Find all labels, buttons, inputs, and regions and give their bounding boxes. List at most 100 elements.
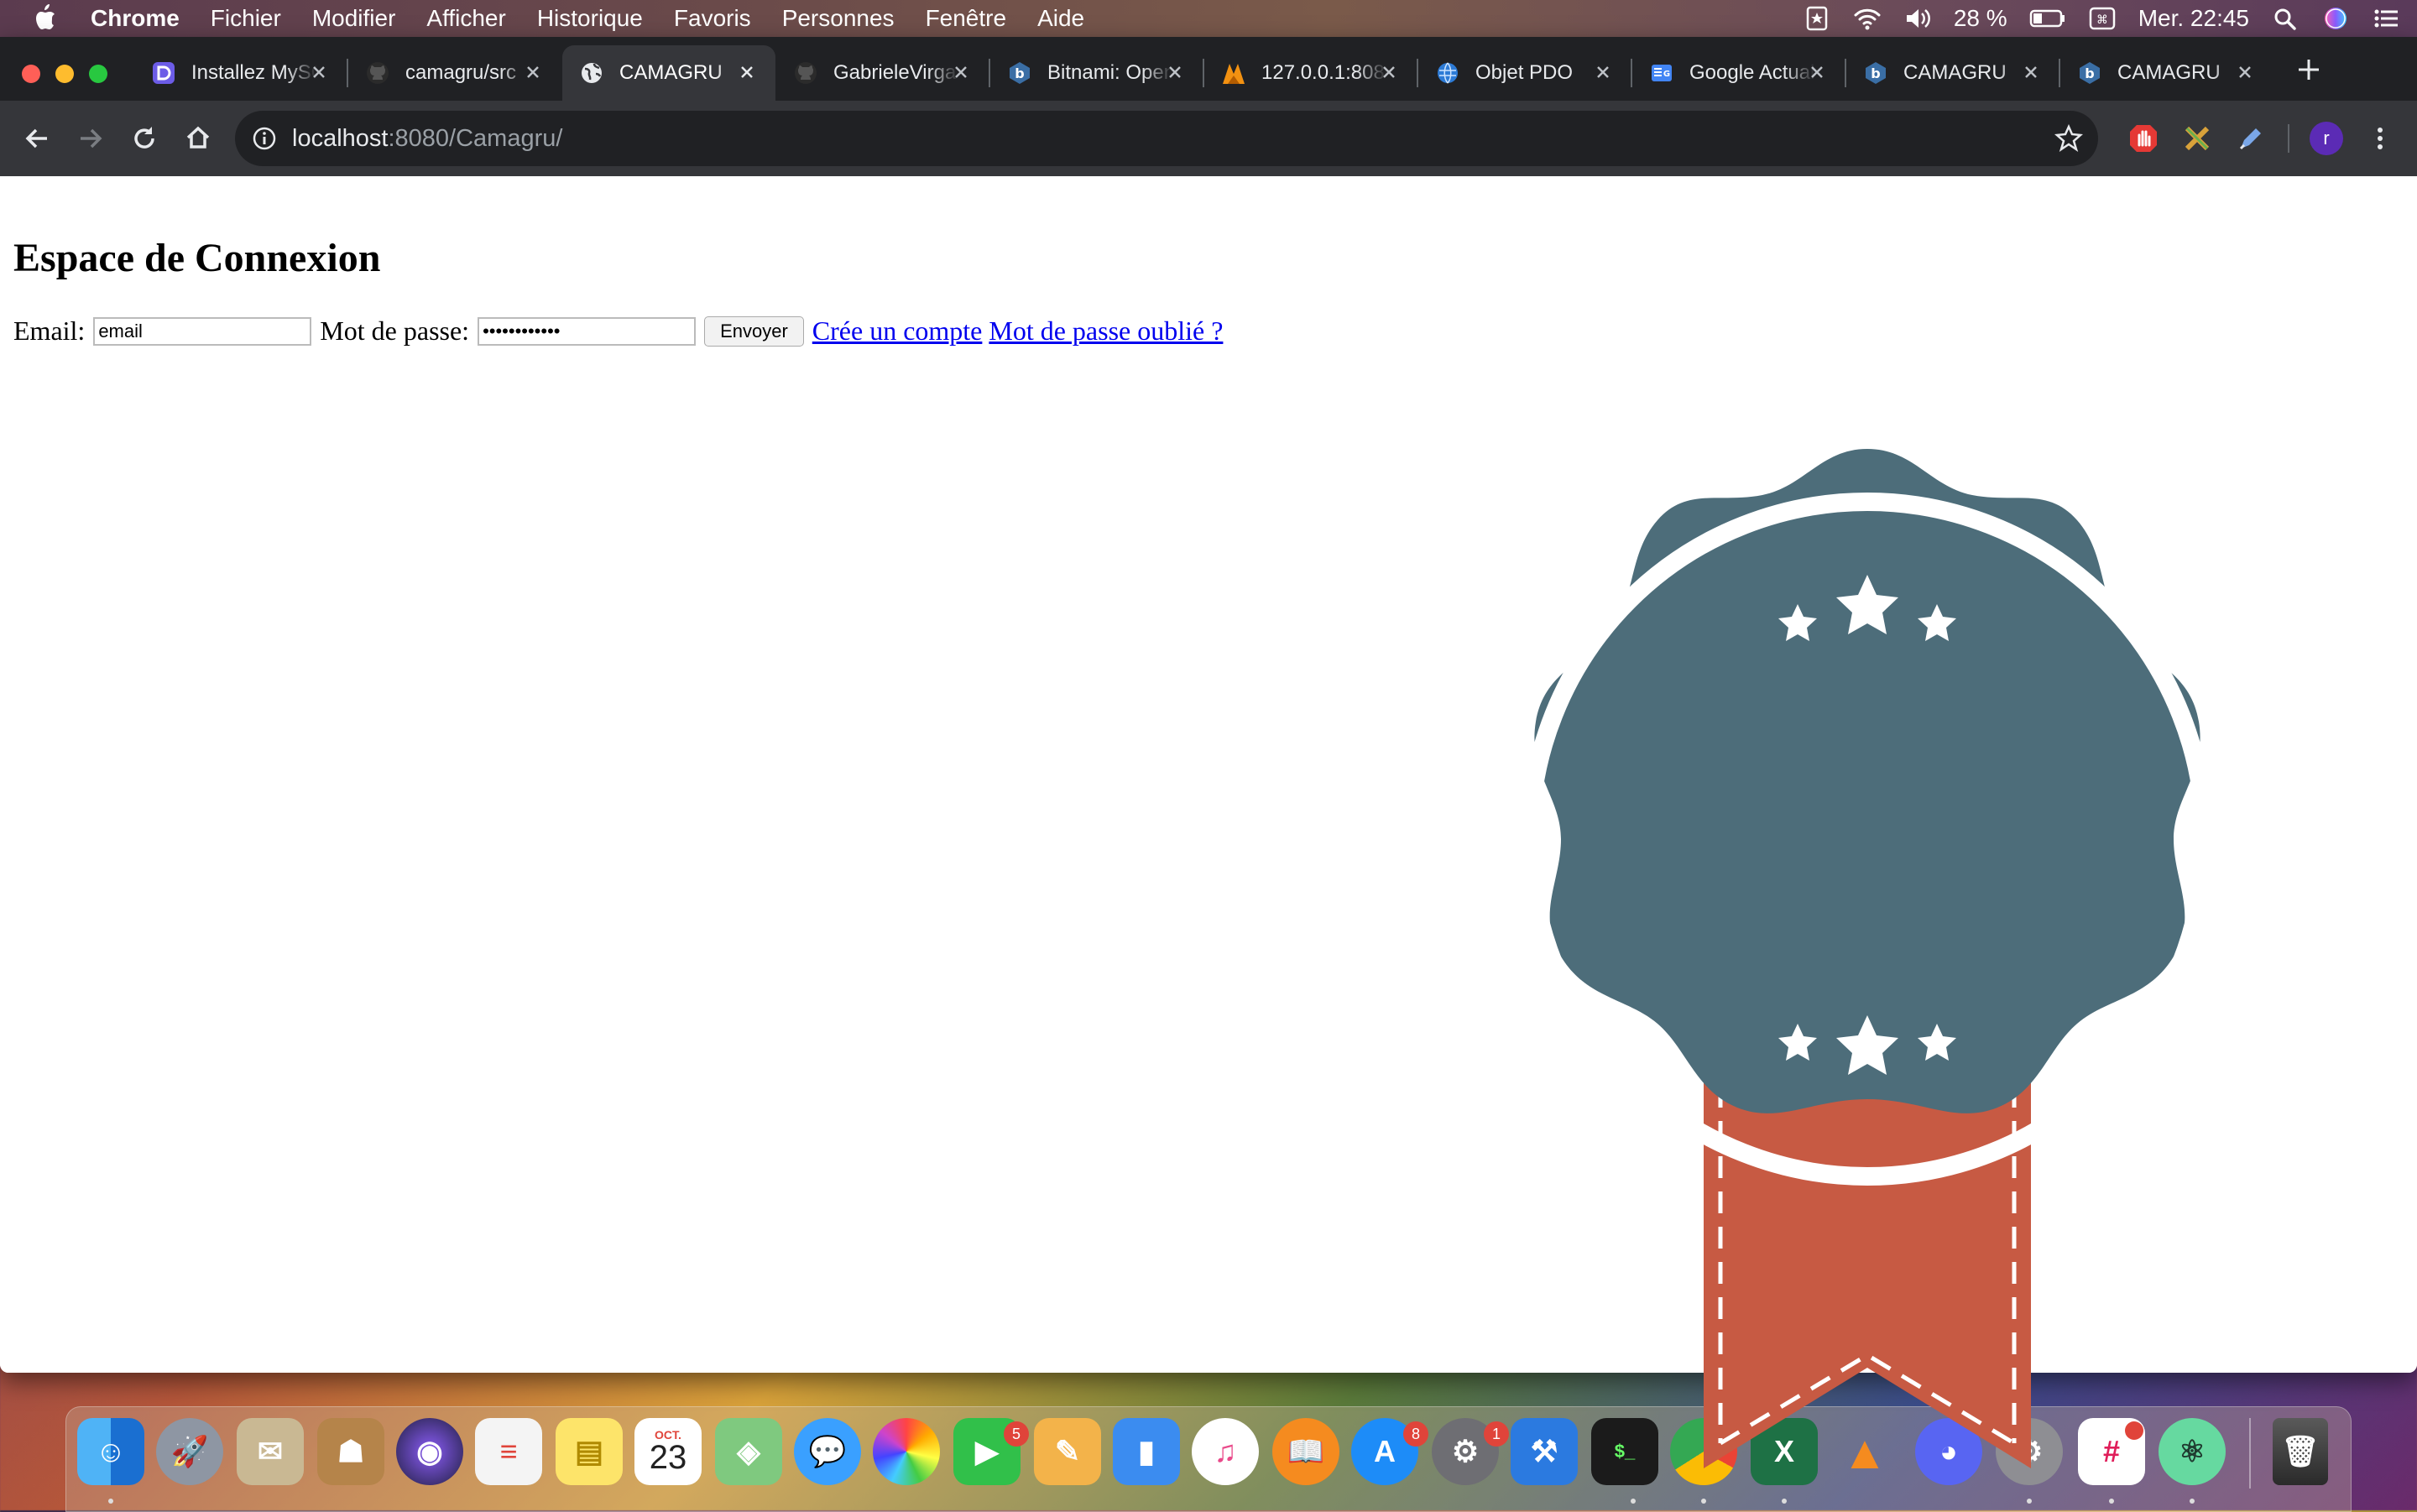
url-path: :8080/Camagru/: [388, 125, 563, 152]
back-arrow-icon[interactable]: [20, 122, 54, 155]
email-input[interactable]: [93, 316, 312, 346]
messages-icon[interactable]: 💬: [794, 1418, 861, 1485]
tab-close-icon[interactable]: [523, 62, 543, 82]
launchpad-rocket-icon[interactable]: 🚀: [156, 1418, 223, 1485]
tab-installez-mysql[interactable]: Installez MySQL: [134, 45, 348, 101]
notification-center-icon[interactable]: [2372, 6, 2400, 31]
tab-google-actualites[interactable]: G Google Actualités: [1632, 45, 1846, 101]
tab-close-icon[interactable]: [2235, 62, 2255, 82]
tab-camagru-3[interactable]: b CAMAGRU: [2060, 45, 2273, 101]
reminders-icon[interactable]: ≡: [475, 1418, 542, 1485]
spotlight-search-icon[interactable]: [2271, 6, 2300, 31]
color-picker-extension-icon[interactable]: [2234, 122, 2268, 155]
profile-avatar[interactable]: r: [2310, 122, 2343, 155]
menu-favoris[interactable]: Favoris: [674, 5, 751, 32]
menu-personnes[interactable]: Personnes: [782, 5, 895, 32]
tab-close-icon[interactable]: [1593, 62, 1613, 82]
trash-icon[interactable]: 🗑: [2273, 1418, 2328, 1485]
tab-title: Objet PDO: [1475, 61, 1574, 84]
purple-d-icon: [151, 60, 176, 86]
menu-aide[interactable]: Aide: [1037, 5, 1084, 32]
bitnami-icon: b: [2077, 60, 2102, 86]
maps-icon[interactable]: ◈: [715, 1418, 782, 1485]
keyboard-input-icon[interactable]: ⌘: [2088, 6, 2117, 31]
tab-objet-pdo[interactable]: Objet PDO: [1418, 45, 1632, 101]
menu-historique[interactable]: Historique: [537, 5, 643, 32]
address-bar[interactable]: localhost:8080/Camagru/: [235, 111, 2098, 166]
contacts-book-icon[interactable]: ☗: [317, 1418, 384, 1485]
tab-close-icon[interactable]: [1379, 62, 1399, 82]
calendar-icon[interactable]: OCT. 23: [634, 1418, 702, 1485]
tab-title: 127.0.0.1:8080: [1261, 61, 1387, 84]
extension-cross-icon[interactable]: [2180, 122, 2214, 155]
menu-afficher[interactable]: Afficher: [426, 5, 505, 32]
volume-icon[interactable]: [1903, 6, 1932, 31]
numbers-chart-icon[interactable]: ▮: [1113, 1418, 1180, 1485]
tab-close-icon[interactable]: [737, 62, 757, 82]
submit-button[interactable]: Envoyer: [704, 315, 804, 347]
tab-title: Google Actualités: [1689, 61, 1815, 84]
tab-close-icon[interactable]: [2021, 62, 2041, 82]
tab-camagru-2[interactable]: b CAMAGRU: [1846, 45, 2060, 101]
github-icon: [793, 60, 818, 86]
siri-icon[interactable]: ◉: [396, 1418, 463, 1485]
apple-menu-icon[interactable]: [32, 3, 57, 32]
page-title: Espace de Connexion: [13, 236, 381, 280]
svg-text:b: b: [1015, 65, 1024, 81]
window-zoom-button[interactable]: [89, 65, 107, 83]
bitnami-icon: b: [1863, 60, 1888, 86]
tab-close-icon[interactable]: [1807, 62, 1827, 82]
menu-fichier[interactable]: Fichier: [211, 5, 281, 32]
create-account-link[interactable]: Crée un compte: [812, 315, 983, 347]
finder-icon[interactable]: ☺: [77, 1418, 144, 1485]
tab-strip: Installez MySQL camagru/src CAMAGRU Gabr…: [0, 37, 2417, 101]
tab-camagru-src[interactable]: camagru/src: [348, 45, 561, 101]
bookmark-status-icon[interactable]: [1803, 6, 1831, 31]
tab-close-icon[interactable]: [951, 62, 971, 82]
tab-close-icon[interactable]: [309, 62, 329, 82]
notes-icon[interactable]: ▤: [556, 1418, 623, 1485]
window-close-button[interactable]: [22, 65, 40, 83]
home-icon[interactable]: [181, 122, 215, 155]
battery-percent[interactable]: 28 %: [1954, 5, 2007, 32]
window-minimize-button[interactable]: [55, 65, 74, 83]
menu-app-name[interactable]: Chrome: [91, 5, 180, 32]
menubar-clock[interactable]: Mer. 22:45: [2138, 5, 2249, 32]
tab-title: GabrieleVirga: [833, 61, 957, 84]
tab-localhost-127[interactable]: 127.0.0.1:8080: [1204, 45, 1418, 101]
siri-icon[interactable]: [2321, 6, 2350, 31]
facetime-badge: 5: [1004, 1421, 1029, 1447]
chrome-menu-icon[interactable]: [2363, 122, 2397, 155]
tab-close-icon[interactable]: [1165, 62, 1185, 82]
pages-icon[interactable]: ✎: [1034, 1418, 1101, 1485]
new-tab-plus-icon[interactable]: [2296, 57, 2321, 82]
tab-title: Installez MySQL: [191, 61, 317, 84]
tab-gabrielevirga[interactable]: GabrieleVirga: [776, 45, 990, 101]
mail-hawk-icon[interactable]: ✉: [237, 1418, 304, 1485]
email-label: Email:: [13, 315, 86, 346]
site-info-icon[interactable]: [252, 126, 277, 151]
adblock-hand-icon[interactable]: [2127, 122, 2160, 155]
menu-modifier[interactable]: Modifier: [312, 5, 396, 32]
menu-fenetre[interactable]: Fenêtre: [926, 5, 1007, 32]
wifi-icon[interactable]: [1853, 6, 1882, 31]
award-badge-image: [1521, 449, 2214, 1468]
photos-icon[interactable]: [873, 1418, 940, 1485]
svg-text:b: b: [1871, 65, 1880, 81]
tab-camagru-active[interactable]: CAMAGRU: [562, 45, 775, 101]
bookmark-star-icon[interactable]: [2054, 124, 2083, 153]
calendar-day: 23: [649, 1439, 687, 1476]
forgot-password-link[interactable]: Mot de passe oublié ?: [989, 315, 1223, 347]
tab-bitnami[interactable]: b Bitnami: Open: [990, 45, 1204, 101]
forward-arrow-icon[interactable]: [74, 122, 107, 155]
itunes-icon[interactable]: ♫: [1192, 1418, 1259, 1485]
password-input[interactable]: [478, 316, 697, 346]
url-host: localhost: [292, 125, 389, 152]
browser-toolbar: localhost:8080/Camagru/ r: [0, 101, 2417, 176]
books-icon[interactable]: 📖: [1272, 1418, 1339, 1485]
url-text[interactable]: localhost:8080/Camagru/: [292, 111, 562, 166]
reload-icon[interactable]: [128, 122, 161, 155]
xampp-icon: [1221, 60, 1246, 86]
battery-icon[interactable]: [2029, 6, 2066, 31]
tab-title: camagru/src: [405, 61, 517, 84]
